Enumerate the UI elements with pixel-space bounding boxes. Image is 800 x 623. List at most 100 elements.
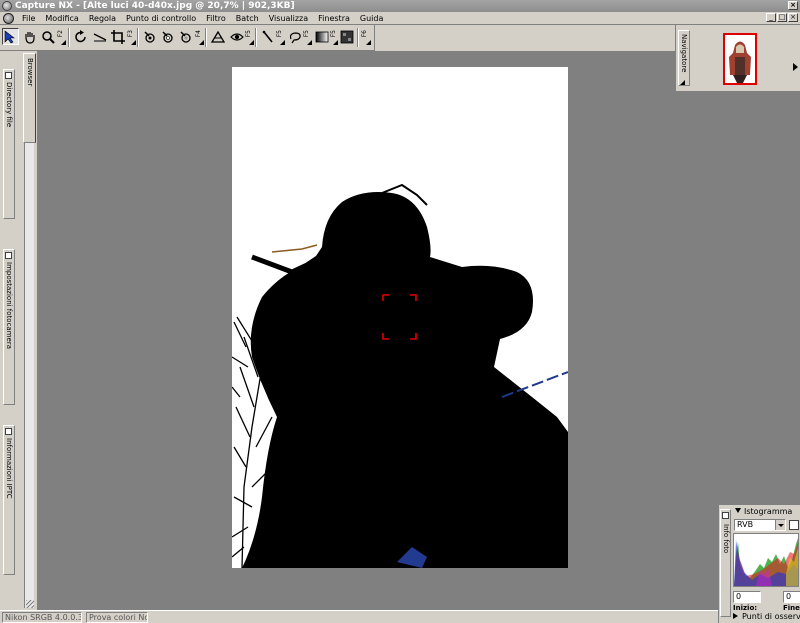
tab-label: Navigatore <box>680 34 688 73</box>
tab-label: Impostazioni fotocamera <box>5 262 13 350</box>
tab-label: Informazioni IPTC <box>5 438 13 499</box>
rotate-icon[interactable] <box>72 28 89 45</box>
toolbar-group-label: F4 <box>195 30 202 38</box>
zoom-icon[interactable] <box>39 28 56 45</box>
histogram-graph <box>733 533 799 587</box>
menu-bar: File Modifica Regola Punto di controllo Filt… <box>0 12 800 25</box>
sampling-section-label: Punti di osservazione <box>742 612 800 621</box>
toolbar-group-label: F6 <box>361 30 368 38</box>
tab-info-foto[interactable]: Info foto <box>720 509 731 617</box>
histogram-plot <box>734 534 798 586</box>
browser-scrollbar[interactable] <box>24 143 34 608</box>
histogram-title: Istogramma <box>744 507 793 516</box>
toolbar-group-label: F2 <box>57 30 64 38</box>
end-input[interactable]: 0 <box>783 591 800 603</box>
color-point-icon[interactable] <box>209 28 226 45</box>
neutral-point-icon[interactable] <box>177 28 194 45</box>
histogram-option-checkbox[interactable] <box>789 520 799 530</box>
black-point-icon[interactable] <box>141 28 158 45</box>
panel-toggle-checkbox[interactable] <box>722 512 729 519</box>
lasso-icon[interactable] <box>286 28 303 45</box>
menu-batch[interactable]: Batch <box>231 12 264 25</box>
tab-label: Info foto <box>722 524 730 554</box>
doc-restore-button[interactable]: □ <box>777 13 787 22</box>
panel-expand-icon[interactable] <box>680 80 685 85</box>
toolbar-separator <box>68 28 70 47</box>
toolbar-expand-icon[interactable] <box>199 40 204 45</box>
tab-directory-file[interactable]: Directory file <box>3 69 15 219</box>
panel-toggle-checkbox[interactable] <box>5 428 12 435</box>
image-canvas[interactable] <box>232 67 568 568</box>
tab-browser[interactable]: Browser <box>23 53 36 143</box>
toolbar: F2 F3 F4 F5 F5 F5 F5 F6 <box>0 25 375 51</box>
toolbar-expand-icon[interactable] <box>249 40 254 45</box>
red-eye-icon[interactable] <box>228 28 245 45</box>
select-arrow-icon[interactable] <box>2 28 19 45</box>
resize-grip-icon[interactable] <box>26 600 34 608</box>
menu-file[interactable]: File <box>17 12 40 25</box>
close-button[interactable]: × <box>788 1 798 10</box>
menu-finestra[interactable]: Finestra <box>313 12 355 25</box>
histogram-panel: Info foto Istogramma RVB 0 0 Inizio: Fin… <box>718 504 800 623</box>
toolbar-separator <box>255 28 257 47</box>
tab-label: Browser <box>26 58 34 87</box>
toolbar-expand-icon[interactable] <box>131 40 136 45</box>
navigator-thumbnail[interactable] <box>723 33 757 85</box>
menu-filtro[interactable]: Filtro <box>201 12 231 25</box>
menu-regola[interactable]: Regola <box>84 12 121 25</box>
doc-minimize-button[interactable]: _ <box>766 13 776 22</box>
crop-icon[interactable] <box>109 28 126 45</box>
app-icon[interactable] <box>2 1 12 11</box>
brush-icon[interactable] <box>259 28 276 45</box>
photo-image <box>232 67 568 568</box>
toolbar-expand-icon[interactable] <box>307 40 312 45</box>
start-input[interactable]: 0 <box>733 591 761 603</box>
panel-toggle-checkbox[interactable] <box>5 252 12 259</box>
triangle-down-icon <box>735 508 741 513</box>
toolbar-expand-icon[interactable] <box>366 40 371 45</box>
menu-modifica[interactable]: Modifica <box>40 12 83 25</box>
toolbar-expand-icon[interactable] <box>61 40 66 45</box>
toolbar-expand-icon[interactable] <box>280 40 285 45</box>
tab-impostazioni-fotocamera[interactable]: Impostazioni fotocamera <box>3 249 15 405</box>
sampling-section-header[interactable]: Punti di osservazione <box>733 613 800 621</box>
hand-icon[interactable] <box>21 28 38 45</box>
left-dock: Directory file Impostazioni fotocamera I… <box>0 51 38 610</box>
toolbar-group-label: F5 <box>330 30 337 38</box>
title-bar: Capture NX - [Alte luci 40-d40x.jpg @ 20… <box>0 0 800 12</box>
end-label: Fine: <box>783 604 800 612</box>
straighten-icon[interactable] <box>91 28 108 45</box>
workspace-right <box>675 92 800 504</box>
document-icon[interactable] <box>3 13 14 24</box>
status-version: Nikon SRGB 4.0.0.3001 <box>2 612 82 623</box>
status-bar: Nikon SRGB 4.0.0.3001 Prova colori No <box>0 610 718 623</box>
fill-icon[interactable] <box>338 28 355 45</box>
navigator-panel: Navigatore <box>675 25 800 92</box>
tab-informazioni-iptc[interactable]: Informazioni IPTC <box>3 425 15 575</box>
toolbar-group-label: F5 <box>303 30 310 38</box>
menu-visualizza[interactable]: Visualizza <box>264 12 313 25</box>
start-label: Inizio: <box>733 604 758 612</box>
tab-label: Directory file <box>5 82 13 128</box>
channel-value: RVB <box>737 520 754 529</box>
chevron-down-icon[interactable] <box>775 520 785 530</box>
toolbar-group-label: F3 <box>127 30 134 38</box>
toolbar-separator <box>137 28 139 47</box>
menu-punto-di-controllo[interactable]: Punto di controllo <box>121 12 201 25</box>
gradient-icon[interactable] <box>313 28 330 45</box>
white-point-icon[interactable] <box>159 28 176 45</box>
window-title: Capture NX - [Alte luci 40-d40x.jpg @ 20… <box>15 1 295 11</box>
thumbnail-image <box>725 35 755 83</box>
panel-toggle-checkbox[interactable] <box>5 72 12 79</box>
doc-close-button[interactable]: × <box>788 13 798 22</box>
toolbar-separator <box>205 28 207 47</box>
toolbar-group-label: F5 <box>245 30 252 38</box>
tab-navigator[interactable]: Navigatore <box>678 30 690 86</box>
triangle-right-icon <box>733 613 738 619</box>
menu-guida[interactable]: Guida <box>355 12 388 25</box>
channel-select[interactable]: RVB <box>734 519 786 531</box>
chevron-right-icon[interactable] <box>793 63 798 71</box>
toolbar-separator <box>357 28 359 47</box>
toolbar-group-label: F5 <box>276 30 283 38</box>
histogram-section-header[interactable]: Istogramma <box>735 507 792 517</box>
